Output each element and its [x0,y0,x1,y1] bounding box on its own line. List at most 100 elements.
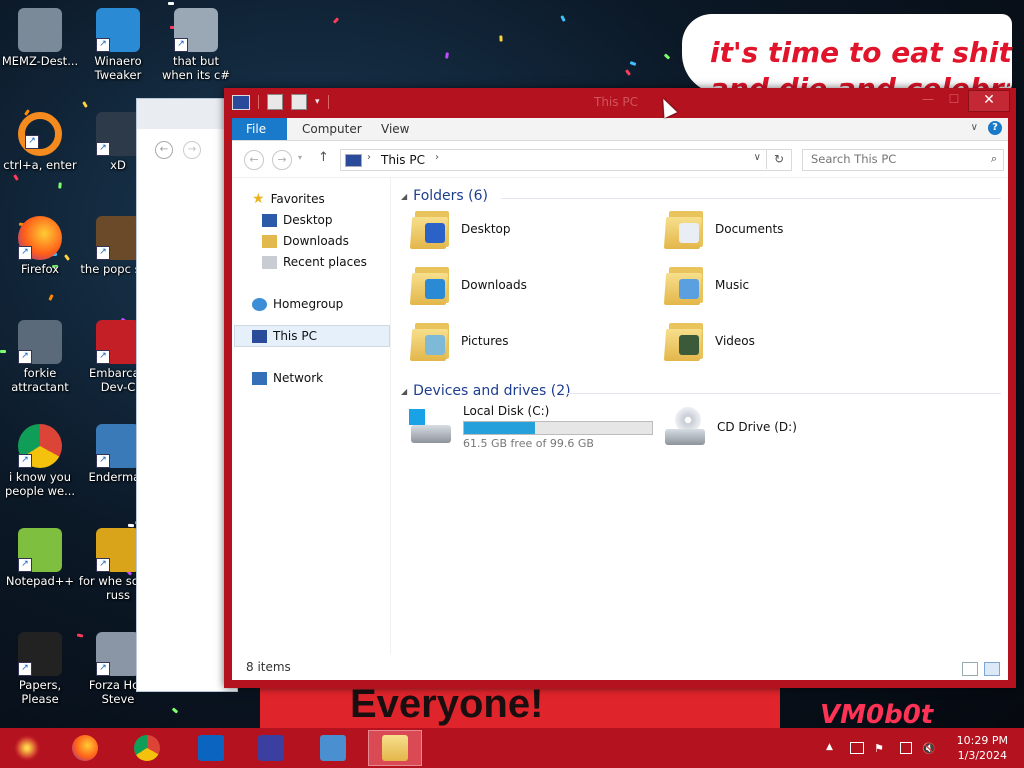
nav-item-favorites[interactable]: ★ Favorites [252,189,325,209]
item-count: 8 items [246,660,291,674]
forward-icon[interactable]: → [272,150,292,170]
back-icon[interactable]: ← [155,141,173,159]
refresh-icon[interactable]: ↻ [766,149,791,169]
outlook-icon [198,735,224,761]
wired-network-icon[interactable] [900,742,912,754]
navigation-bar: ← → ▾ ↑ › This PC › ∨ ↻ ⌕ [232,141,1008,178]
address-bar[interactable]: › This PC › ∨ [340,149,792,171]
drive-cd-d[interactable]: CD Drive (D:) [663,403,797,451]
chevron-down-icon[interactable]: ▾ [315,97,320,107]
folder-music[interactable]: Music [663,261,749,309]
ribbon-expand-icon[interactable]: ∨ [971,122,978,133]
folder-documents[interactable]: Documents [663,205,783,253]
desktop-icon-label: ctrl+a, enter [3,158,77,172]
forward-icon[interactable]: → [183,141,201,159]
address-dropdown-icon[interactable]: ∨ [754,152,761,163]
control-panel-icon [320,735,346,761]
music-folder-icon [663,263,705,307]
background-explorer-window[interactable]: ← → [136,98,238,692]
collapse-icon[interactable]: ◢ [401,387,407,396]
settings-icon [258,735,284,761]
downloads-icon [262,234,277,248]
desktop-icon-item[interactable]: ↗ that but when its c# [156,8,236,82]
notepadpp-icon: ↗ [18,528,62,572]
system-tray: ▲ ⚑ 🔇 10:29 PM 1/3/2024 [824,728,1024,768]
desktop-icon-item[interactable]: ↗ Winaero Tweaker [78,8,158,82]
drive-usage-bar [463,421,653,435]
content-pane: ◢ Folders (6) Desktop Documents Downloads M… [397,177,1008,654]
group-header-devices[interactable]: ◢ Devices and drives (2) [401,383,571,399]
file-explorer-window[interactable]: ▾ This PC — ☐ ✕ File Computer View ∨ ? ←… [224,88,1016,688]
folder-pictures[interactable]: Pictures [409,317,509,365]
group-title: Folders (6) [413,188,488,204]
nav-item-downloads[interactable]: Downloads [262,231,349,251]
desktop-icon-item[interactable]: ↗ Notepad++ [0,528,80,588]
taskbar-button[interactable] [184,730,238,766]
volume-muted-icon[interactable]: 🔇 [922,742,936,755]
folder-desktop[interactable]: Desktop [409,205,511,253]
title-bar[interactable]: ▾ This PC — ☐ ✕ [224,88,1016,118]
nav-label: This PC [273,329,317,343]
minimize-button[interactable]: — [918,92,938,108]
up-icon[interactable]: ↑ [318,150,329,165]
hxd-icon: ↗ [96,112,140,156]
action-center-flag-icon[interactable]: ⚑ [874,742,888,755]
nav-item-network[interactable]: Network [252,368,323,388]
collapse-icon[interactable]: ◢ [401,192,407,201]
taskbar-button[interactable] [368,730,422,766]
back-icon[interactable]: ← [244,150,264,170]
group-header-folders[interactable]: ◢ Folders (6) [401,188,488,204]
nav-item-desktop[interactable]: Desktop [262,210,333,230]
taskbar-button[interactable] [306,730,360,766]
desktop-icon-item[interactable]: ↗ forkie attractant [0,320,80,394]
properties-icon[interactable] [267,94,283,110]
close-button[interactable]: ✕ [968,90,1010,112]
tab-computer[interactable]: Computer [288,118,376,140]
breadcrumb-chevron-icon[interactable]: › [367,152,371,163]
shortcut-arrow-icon: ↗ [96,662,110,676]
nav-label: Recent places [283,255,367,269]
tab-view[interactable]: View [367,118,423,140]
new-folder-icon[interactable] [291,94,307,110]
large-icons-view-icon[interactable] [984,662,1000,676]
tab-file[interactable]: File [232,118,287,140]
status-bar: 8 items [232,654,1008,680]
network-tray-icon[interactable] [850,742,864,754]
folder-downloads[interactable]: Downloads [409,261,527,309]
taskbar-button[interactable] [244,730,298,766]
navigation-pane: ★ Favorites Desktop Downloads Recent pla… [232,177,391,654]
show-hidden-icons-icon[interactable]: ▲ [826,742,840,754]
desktop-icon-item[interactable]: MEMZ-Dest... [0,8,80,68]
meme-bottom-banner: Everyone! [260,688,780,730]
desktop-icon-item[interactable]: ↗ i know you people we... [0,424,80,498]
confetti-piece [58,182,62,189]
breadcrumb-this-pc[interactable]: This PC [381,153,425,167]
search-box[interactable]: ⌕ [802,149,1004,171]
desktop-icon-item[interactable]: ↗ Firefox [0,216,80,276]
clock[interactable]: 10:29 PM 1/3/2024 [957,733,1008,763]
maximize-button[interactable]: ☐ [944,92,964,108]
desktop-icon-item[interactable]: ↗ ctrl+a, enter [0,112,80,172]
breadcrumb-chevron-icon[interactable]: › [435,152,439,163]
drive-local-disk-c[interactable]: Local Disk (C:) 61.5 GB free of 99.6 GB [409,403,653,451]
taskbar-button[interactable] [58,730,112,766]
desktop-icon-label: MEMZ-Dest... [1,54,79,68]
folder-videos[interactable]: Videos [663,317,755,365]
confetti-piece [625,69,631,76]
taskbar-button[interactable] [0,730,54,766]
desktop-icon-item[interactable]: ↗ Papers, Please [0,632,80,706]
details-view-icon[interactable] [962,662,978,676]
shortcut-arrow-icon: ↗ [25,135,39,149]
nav-item-homegroup[interactable]: Homegroup [252,294,343,314]
shortcut-arrow-icon: ↗ [18,558,32,572]
nav-item-this-pc[interactable]: This PC [252,326,317,346]
nav-item-recent-places[interactable]: Recent places [262,252,367,272]
taskbar-button[interactable] [120,730,174,766]
shortcut-arrow-icon: ↗ [18,350,32,364]
monitor-gear-icon: ↗ [18,320,62,364]
help-icon[interactable]: ? [988,121,1002,135]
recent-locations-icon[interactable]: ▾ [298,153,302,162]
desktop-folder-icon [409,207,451,251]
search-input[interactable] [803,150,989,168]
search-icon: ⌕ [990,152,997,165]
